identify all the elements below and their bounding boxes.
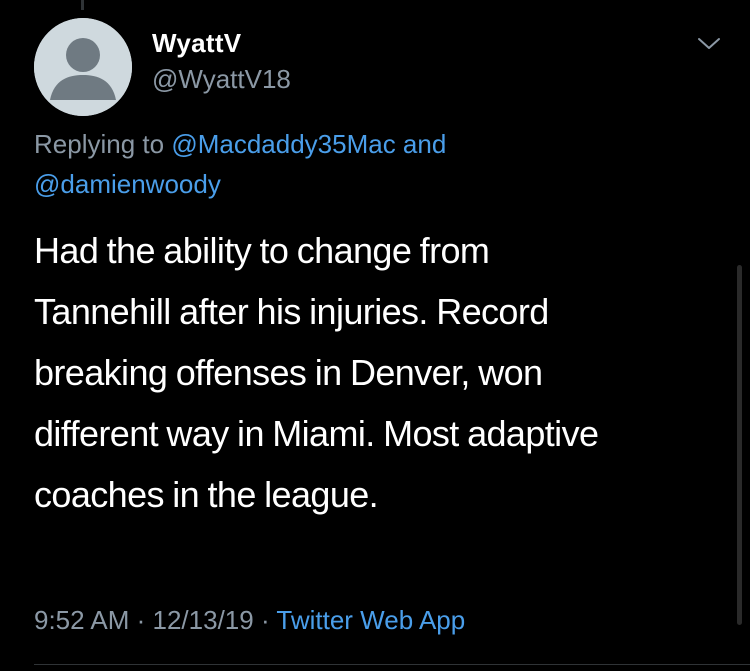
meta-separator: · <box>253 605 277 635</box>
divider <box>34 664 750 665</box>
tweet-text-line: coaches in the league. <box>34 474 379 515</box>
tweet-card: WyattV @WyattV18 Replying to @Macdaddy35… <box>0 0 750 671</box>
tweet-text: Had the ability to change from Tannehill… <box>34 220 724 525</box>
meta-separator: · <box>129 605 153 635</box>
default-avatar-icon <box>34 18 132 116</box>
mention-link-macdaddy35mac[interactable]: @Macdaddy35Mac <box>171 129 395 159</box>
chevron-down-icon <box>698 38 720 49</box>
tweet-text-line: Tannehill after his injuries. Record <box>34 291 549 332</box>
tweet-time[interactable]: 9:52 AM <box>34 605 129 635</box>
author-names: WyattV @WyattV18 <box>152 28 291 96</box>
scrollbar[interactable] <box>737 265 742 625</box>
mention-link-damienwoody[interactable]: @damienwoody <box>34 169 221 199</box>
author-handle[interactable]: @WyattV18 <box>152 62 291 96</box>
tweet-source-link[interactable]: Twitter Web App <box>276 605 465 635</box>
more-options-button[interactable] <box>692 30 726 58</box>
tweet-date[interactable]: 12/13/19 <box>153 605 254 635</box>
reply-conjunction: and <box>395 129 447 159</box>
tweet-text-line: breaking offenses in Denver, won <box>34 352 543 393</box>
reply-prefix: Replying to <box>34 129 172 159</box>
author-display-name[interactable]: WyattV <box>152 28 291 58</box>
thread-connector-line <box>81 0 84 10</box>
tweet-metadata: 9:52 AM · 12/13/19 · Twitter Web App <box>34 600 465 640</box>
avatar[interactable] <box>34 18 132 116</box>
reply-context: Replying to @Macdaddy35Mac and @damienwoo… <box>34 124 714 204</box>
tweet-text-line: different way in Miami. Most adaptive <box>34 413 599 454</box>
tweet-text-line: Had the ability to change from <box>34 230 490 271</box>
